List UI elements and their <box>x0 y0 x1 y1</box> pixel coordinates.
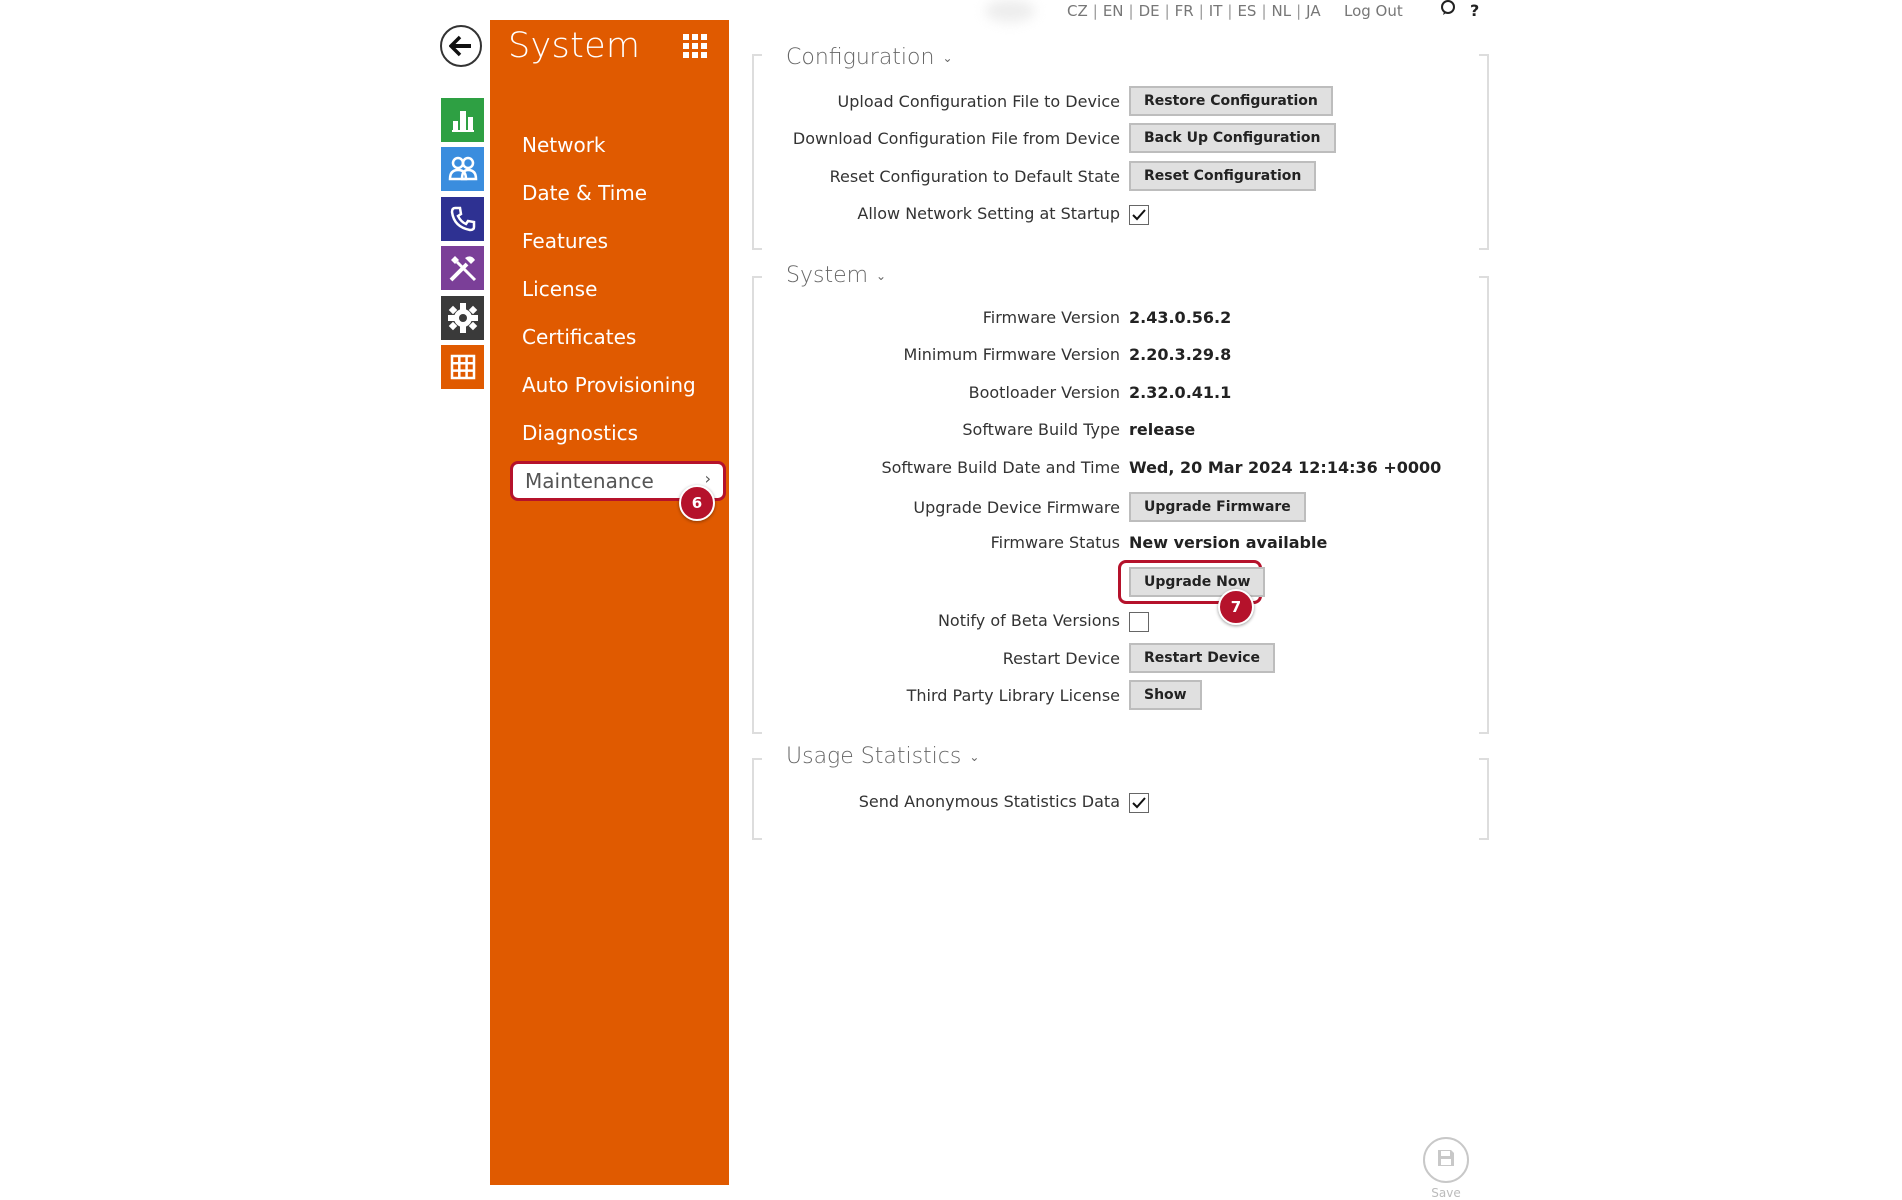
build-date-value: Wed, 20 Mar 2024 12:14:36 +0000 <box>1129 458 1442 477</box>
notify-beta-checkbox[interactable] <box>1129 612 1149 632</box>
upgrade-firmware-button[interactable]: Upgrade Firmware <box>1129 492 1306 522</box>
third-party-license-label: Third Party Library License <box>906 686 1120 705</box>
status-icon[interactable] <box>441 98 484 142</box>
menu-title: System <box>508 26 641 66</box>
section-system-title: System <box>786 263 869 288</box>
upload-config-label: Upload Configuration File to Device <box>837 92 1120 111</box>
allow-network-checkbox[interactable] <box>1129 205 1149 225</box>
menu-item-network[interactable]: Network <box>522 133 606 157</box>
phone-icon[interactable] <box>441 197 484 241</box>
section-system-header[interactable]: System ⌄ <box>786 263 886 288</box>
allow-network-label: Allow Network Setting at Startup <box>857 204 1120 223</box>
lang-ja[interactable]: JA <box>1306 2 1320 20</box>
bootloader-value: 2.32.0.41.1 <box>1129 383 1232 402</box>
section-configuration-title: Configuration <box>786 45 935 70</box>
blurred-indicator <box>985 0 1035 22</box>
firmware-status-label: Firmware Status <box>990 533 1120 552</box>
chevron-down-icon: ⌄ <box>969 749 980 764</box>
download-config-label: Download Configuration File from Device <box>792 129 1120 148</box>
help-icon[interactable]: ? <box>1470 1 1479 20</box>
firmware-status-value: New version available <box>1129 533 1328 552</box>
menu-item-auto-provisioning[interactable]: Auto Provisioning <box>522 373 696 397</box>
min-firmware-value: 2.20.3.29.8 <box>1129 345 1232 364</box>
chat-icon[interactable] <box>1440 0 1456 20</box>
menu-item-certificates[interactable]: Certificates <box>522 325 636 349</box>
firmware-version-label: Firmware Version <box>982 308 1120 327</box>
notify-beta-label: Notify of Beta Versions <box>937 611 1120 630</box>
lang-en[interactable]: EN <box>1103 2 1124 20</box>
section-usage-header[interactable]: Usage Statistics ⌄ <box>786 744 979 769</box>
language-selector: CZ | EN | DE | FR | IT | ES | NL | JA <box>1067 2 1321 20</box>
backup-configuration-button[interactable]: Back Up Configuration <box>1129 123 1336 153</box>
menu-item-features[interactable]: Features <box>522 229 608 253</box>
lang-nl[interactable]: NL <box>1272 2 1292 20</box>
system-grid-icon[interactable] <box>441 345 484 389</box>
menu-item-date-time[interactable]: Date & Time <box>522 181 647 205</box>
logout-link[interactable]: Log Out <box>1344 0 1403 22</box>
directory-users-icon[interactable] <box>441 147 484 191</box>
send-statistics-label: Send Anonymous Statistics Data <box>858 792 1120 811</box>
show-license-button[interactable]: Show <box>1129 680 1202 710</box>
back-arrow-icon[interactable] <box>440 25 482 67</box>
step-badge-7: 7 <box>1218 589 1254 625</box>
bootloader-label: Bootloader Version <box>968 383 1120 402</box>
hardware-tools-icon[interactable] <box>441 246 484 290</box>
restart-device-button[interactable]: Restart Device <box>1129 643 1276 673</box>
chevron-down-icon: ⌄ <box>876 268 887 283</box>
restart-device-label: Restart Device <box>1002 649 1120 668</box>
section-frame-right <box>1479 276 1489 734</box>
save-disk-icon <box>1436 1148 1456 1172</box>
lang-fr[interactable]: FR <box>1175 2 1194 20</box>
reset-config-label: Reset Configuration to Default State <box>829 167 1120 186</box>
firmware-version-value: 2.43.0.56.2 <box>1129 308 1232 327</box>
topbar-icons: ? <box>1440 0 1479 20</box>
lang-it[interactable]: IT <box>1209 2 1223 20</box>
chevron-down-icon: ⌄ <box>942 50 953 65</box>
menu-item-diagnostics[interactable]: Diagnostics <box>522 421 638 445</box>
lang-de[interactable]: DE <box>1139 2 1160 20</box>
build-type-value: release <box>1129 420 1196 439</box>
section-configuration-header[interactable]: Configuration ⌄ <box>786 45 953 70</box>
lang-cz[interactable]: CZ <box>1067 2 1088 20</box>
services-gear-icon[interactable] <box>441 296 484 340</box>
menu-item-maintenance-label: Maintenance <box>525 469 654 493</box>
reset-configuration-button[interactable]: Reset Configuration <box>1129 161 1317 191</box>
menu-item-license[interactable]: License <box>522 277 597 301</box>
upgrade-firmware-label: Upgrade Device Firmware <box>913 498 1120 517</box>
build-date-label: Software Build Date and Time <box>881 458 1120 477</box>
apps-grid-icon[interactable] <box>683 34 707 62</box>
save-label: Save <box>1431 1186 1461 1200</box>
lang-es[interactable]: ES <box>1237 2 1256 20</box>
send-statistics-checkbox[interactable] <box>1129 793 1149 813</box>
section-frame-right <box>1479 54 1489 250</box>
section-frame-right <box>1479 758 1489 840</box>
section-usage-title: Usage Statistics <box>786 744 962 769</box>
min-firmware-label: Minimum Firmware Version <box>903 345 1120 364</box>
save-button[interactable] <box>1423 1137 1469 1183</box>
restore-configuration-button[interactable]: Restore Configuration <box>1129 86 1333 116</box>
build-type-label: Software Build Type <box>962 420 1120 439</box>
